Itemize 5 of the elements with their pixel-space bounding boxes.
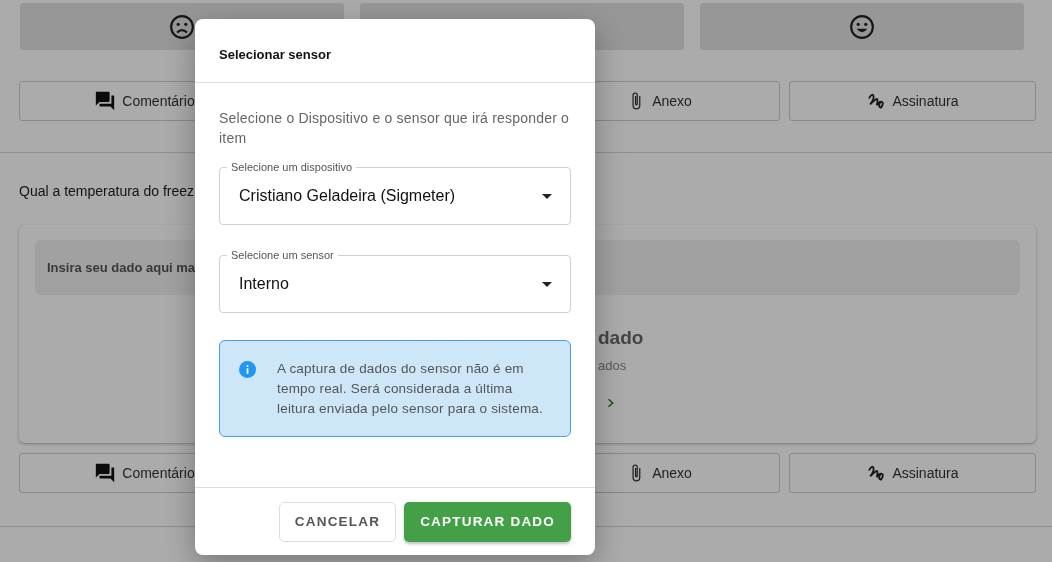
alert-text: A captura de dados do sensor não é em tempo real. Será considerada a última leitura enviada pelo sensor para o sistema. [277, 360, 544, 418]
dialog-title: Selecionar sensor [195, 19, 595, 83]
empty-state-subtitle: ados [598, 358, 627, 373]
empty-state-title: dado [598, 327, 644, 349]
question-text: Qual a temperatura do freez [19, 183, 195, 199]
